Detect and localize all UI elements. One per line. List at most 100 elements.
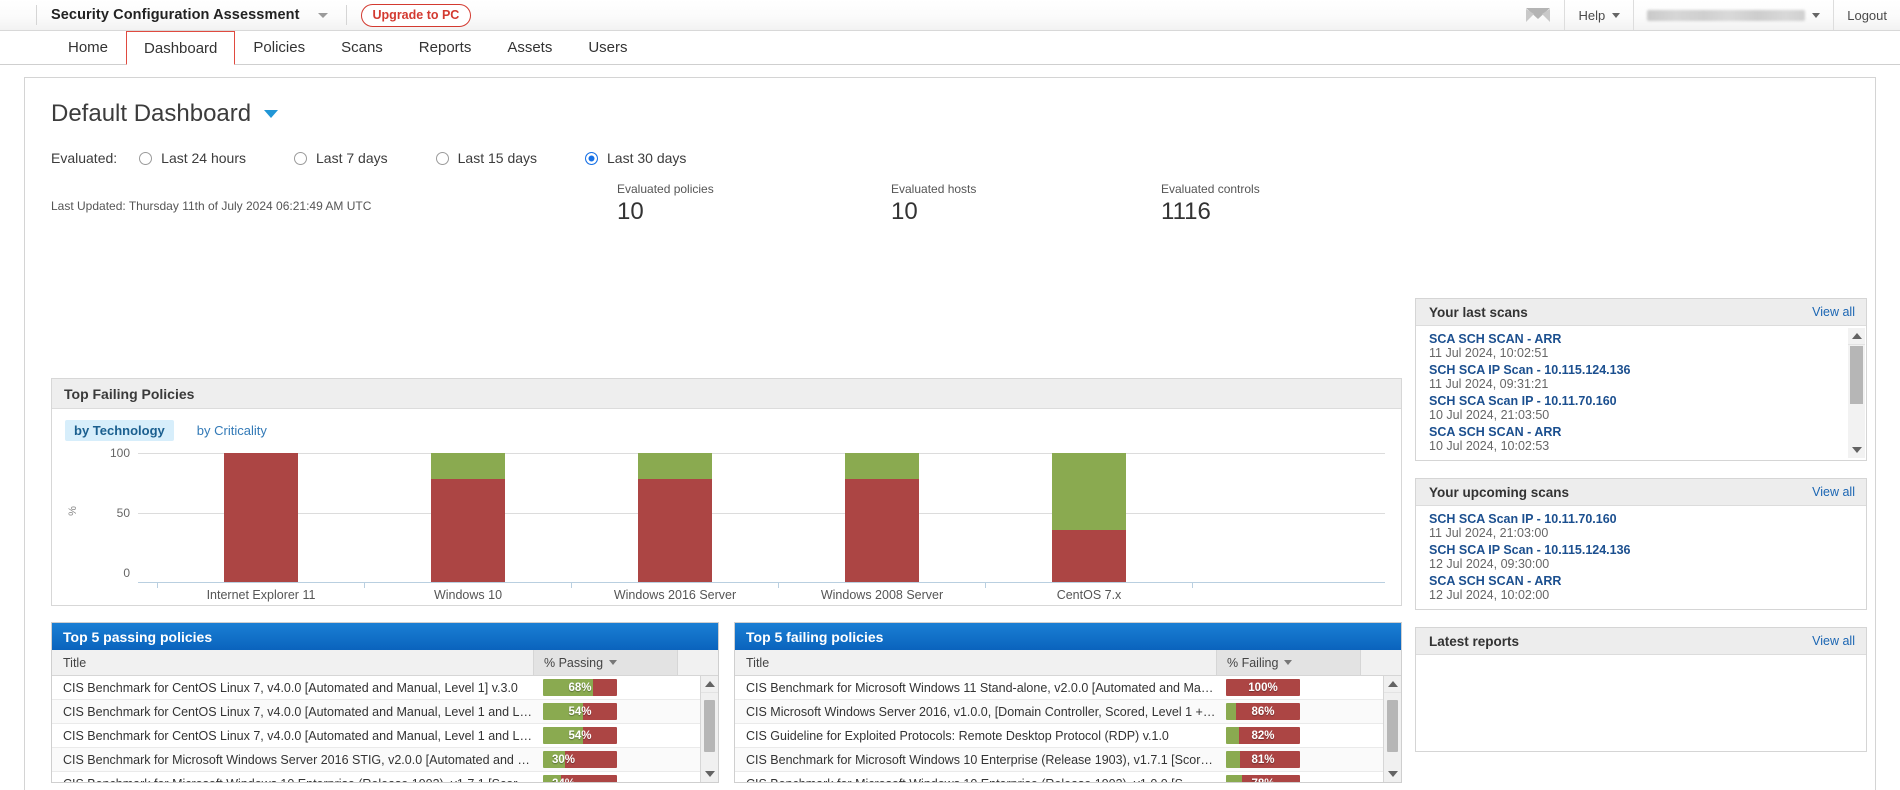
- nav-tab-home[interactable]: Home: [50, 31, 126, 64]
- bar-internet-explorer-11[interactable]: [224, 453, 298, 582]
- top-bar-left: Security Configuration Assessment Upgrad…: [0, 0, 472, 30]
- chart-tab-group: by Technology by Criticality: [52, 409, 1401, 441]
- nav-tab-policies[interactable]: Policies: [235, 31, 323, 64]
- chevron-down-icon[interactable]: [317, 12, 328, 18]
- bar-windows-2016-server[interactable]: [638, 453, 712, 582]
- list-item[interactable]: SCA SCH SCAN - ARR 10 Jul 2024, 10:02:53: [1416, 425, 1866, 453]
- pct-cell: 100%: [1216, 679, 1360, 696]
- user-menu[interactable]: [1633, 0, 1833, 30]
- scroll-up-button[interactable]: [1848, 328, 1865, 345]
- scan-date: 10 Jul 2024, 21:03:50: [1429, 408, 1550, 422]
- column-header-pct-passing[interactable]: % Passing: [533, 650, 677, 675]
- policy-title: CIS Benchmark for Microsoft Windows 10 E…: [735, 777, 1216, 783]
- table-body: CIS Benchmark for CentOS Linux 7, v4.0.0…: [52, 676, 718, 782]
- table-row[interactable]: CIS Benchmark for CentOS Linux 7, v4.0.0…: [52, 676, 718, 700]
- column-header-pct-failing[interactable]: % Failing: [1216, 650, 1360, 675]
- column-header-title[interactable]: Title: [735, 656, 1216, 670]
- table-row[interactable]: CIS Benchmark for CentOS Linux 7, v4.0.0…: [52, 700, 718, 724]
- bar-windows-2008-server[interactable]: [845, 453, 919, 582]
- gridline-50: [138, 513, 1385, 514]
- table-row[interactable]: CIS Microsoft Windows Server 2016, v1.0.…: [735, 700, 1401, 724]
- stat-label: Evaluated hosts: [891, 182, 977, 196]
- radio-label: Last 30 days: [607, 150, 687, 166]
- table-scrollbar[interactable]: [1383, 676, 1401, 782]
- scan-name[interactable]: SCA SCH SCAN - ARR: [1429, 425, 1842, 439]
- stat-evaluated-hosts: Evaluated hosts 10: [891, 182, 976, 226]
- nav-tab-scans[interactable]: Scans: [323, 31, 401, 64]
- list-item[interactable]: SCA SCH SCAN - ARR 11 Jul 2024, 10:02:51: [1416, 332, 1866, 360]
- pct-bar: 82%: [1226, 727, 1300, 744]
- policy-title: CIS Benchmark for Microsoft Windows 11 S…: [746, 680, 1216, 695]
- evaluated-filter: Evaluated: Last 24 hours Last 7 days Las…: [25, 128, 1875, 166]
- list-item[interactable]: SCA SCH SCAN - ARR 12 Jul 2024, 10:02:00: [1416, 574, 1866, 602]
- y-tick-100: 100: [109, 446, 130, 460]
- bar-segment-failing: [845, 478, 919, 582]
- triangle-up-icon: [1387, 681, 1398, 687]
- scan-date: 11 Jul 2024, 10:02:51: [1429, 346, 1549, 360]
- scroll-up-button[interactable]: [1384, 676, 1401, 693]
- scroll-down-button[interactable]: [1384, 765, 1401, 782]
- column-header-spacer: [1360, 650, 1401, 675]
- list-item[interactable]: SCH SCA Scan IP - 10.11.70.160 10 Jul 20…: [1416, 394, 1866, 422]
- x-label-windows-2008-server: Windows 2008 Server: [820, 588, 944, 602]
- bar-centos-7x[interactable]: [1052, 453, 1126, 582]
- scroll-down-button[interactable]: [1848, 441, 1865, 458]
- view-all-link[interactable]: View all: [1812, 485, 1855, 499]
- pct-label: 68%: [568, 681, 592, 694]
- scan-name[interactable]: SCH SCA Scan IP - 10.11.70.160: [1429, 394, 1842, 408]
- nav-tab-reports[interactable]: Reports: [401, 31, 490, 64]
- chart-tab-by-criticality[interactable]: by Criticality: [188, 420, 276, 441]
- gridline-100: [138, 453, 1385, 454]
- stats-strip: Last Updated: Thursday 11th of July 2024…: [25, 182, 1875, 238]
- scan-name[interactable]: SCA SCH SCAN - ARR: [1429, 332, 1842, 346]
- table-row[interactable]: CIS Benchmark for CentOS Linux 7, v4.0.0…: [52, 724, 718, 748]
- stat-evaluated-policies: Evaluated policies 10: [617, 182, 714, 226]
- list-item[interactable]: SCH SCA IP Scan - 10.115.124.136 12 Jul …: [1416, 543, 1866, 571]
- scrollbar-thumb[interactable]: [1387, 700, 1398, 752]
- nav-tab-dashboard[interactable]: Dashboard: [126, 31, 236, 65]
- view-all-link[interactable]: View all: [1812, 305, 1855, 319]
- pct-bar: 24%: [543, 775, 617, 782]
- panel-scrollbar[interactable]: [1848, 328, 1865, 458]
- divider: [345, 5, 347, 25]
- scan-name[interactable]: SCA SCH SCAN - ARR: [1429, 574, 1842, 588]
- radio-last-7-days[interactable]: Last 7 days: [294, 150, 388, 166]
- table-row[interactable]: CIS Guideline for Exploited Protocols: R…: [735, 724, 1401, 748]
- table-scrollbar[interactable]: [700, 676, 718, 782]
- chevron-down-icon[interactable]: [264, 110, 279, 118]
- logout-button[interactable]: Logout: [1833, 0, 1900, 30]
- radio-last-24-hours[interactable]: Last 24 hours: [139, 150, 246, 166]
- upgrade-to-pc-button[interactable]: Upgrade to PC: [360, 3, 472, 27]
- view-all-link[interactable]: View all: [1812, 634, 1855, 648]
- scan-name[interactable]: SCH SCA IP Scan - 10.115.124.136: [1429, 543, 1842, 557]
- radio-last-15-days[interactable]: Last 15 days: [435, 150, 537, 166]
- scan-name[interactable]: SCH SCA Scan IP - 10.11.70.160: [1429, 512, 1842, 526]
- table-row[interactable]: CIS Benchmark for Microsoft Windows 10 E…: [735, 748, 1401, 772]
- radio-last-30-days[interactable]: Last 30 days: [585, 150, 686, 166]
- table-row[interactable]: CIS Benchmark for Microsoft Windows 10 E…: [52, 772, 718, 782]
- scroll-up-button[interactable]: [701, 676, 718, 693]
- scrollbar-thumb[interactable]: [704, 700, 715, 752]
- scrollbar-thumb[interactable]: [1850, 346, 1863, 404]
- table-row[interactable]: CIS Benchmark for Microsoft Windows Serv…: [52, 748, 718, 772]
- column-header-title[interactable]: Title: [52, 656, 533, 670]
- pct-cell: 86%: [1216, 703, 1360, 720]
- column-header-spacer: [677, 650, 718, 675]
- pct-label: 78%: [1226, 775, 1300, 783]
- nav-tab-assets[interactable]: Assets: [489, 31, 570, 64]
- panel-body: SCH SCA Scan IP - 10.11.70.160 11 Jul 20…: [1416, 506, 1866, 609]
- scan-date: 12 Jul 2024, 10:02:00: [1429, 588, 1550, 602]
- list-item[interactable]: SCH SCA Scan IP - 10.11.70.160 11 Jul 20…: [1416, 512, 1866, 540]
- bar-windows-10[interactable]: [431, 453, 505, 582]
- table-row[interactable]: CIS Benchmark for Microsoft Windows 11 S…: [735, 676, 1401, 700]
- panel-body: [1416, 655, 1866, 751]
- table-row[interactable]: CIS Benchmark for Microsoft Windows 10 E…: [735, 772, 1401, 782]
- scroll-down-button[interactable]: [701, 765, 718, 782]
- list-item[interactable]: SCH SCA IP Scan - 10.115.124.136 11 Jul …: [1416, 363, 1866, 391]
- help-menu[interactable]: Help: [1564, 0, 1633, 30]
- nav-tab-users[interactable]: Users: [570, 31, 645, 64]
- messages-button[interactable]: [1512, 0, 1564, 30]
- chart-tab-by-technology[interactable]: by Technology: [65, 420, 174, 441]
- scan-name[interactable]: SCH SCA IP Scan - 10.115.124.136: [1429, 363, 1842, 377]
- pct-bar: 86%: [1226, 703, 1300, 720]
